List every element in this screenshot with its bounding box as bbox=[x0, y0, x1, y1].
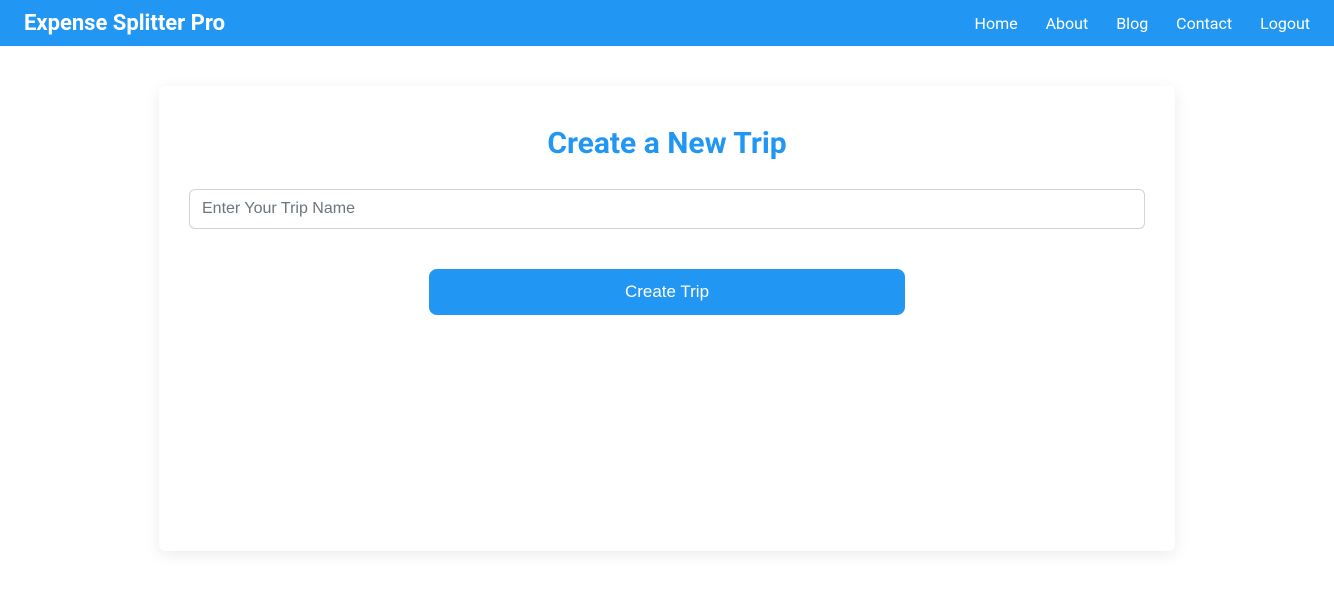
navbar-links: Home About Blog Contact Logout bbox=[975, 14, 1310, 33]
nav-link-logout[interactable]: Logout bbox=[1260, 14, 1310, 33]
card-title: Create a New Trip bbox=[189, 126, 1145, 161]
nav-link-contact[interactable]: Contact bbox=[1176, 14, 1232, 33]
create-trip-card: Create a New Trip Create Trip bbox=[159, 86, 1175, 551]
main-content: Create a New Trip Create Trip bbox=[0, 46, 1334, 551]
nav-link-about[interactable]: About bbox=[1046, 14, 1089, 33]
nav-link-home[interactable]: Home bbox=[975, 14, 1018, 33]
navbar: Expense Splitter Pro Home About Blog Con… bbox=[0, 0, 1334, 46]
button-row: Create Trip bbox=[189, 269, 1145, 315]
app-brand[interactable]: Expense Splitter Pro bbox=[24, 11, 225, 36]
create-trip-button[interactable]: Create Trip bbox=[429, 269, 905, 315]
trip-name-input[interactable] bbox=[189, 189, 1145, 229]
nav-link-blog[interactable]: Blog bbox=[1116, 14, 1148, 33]
